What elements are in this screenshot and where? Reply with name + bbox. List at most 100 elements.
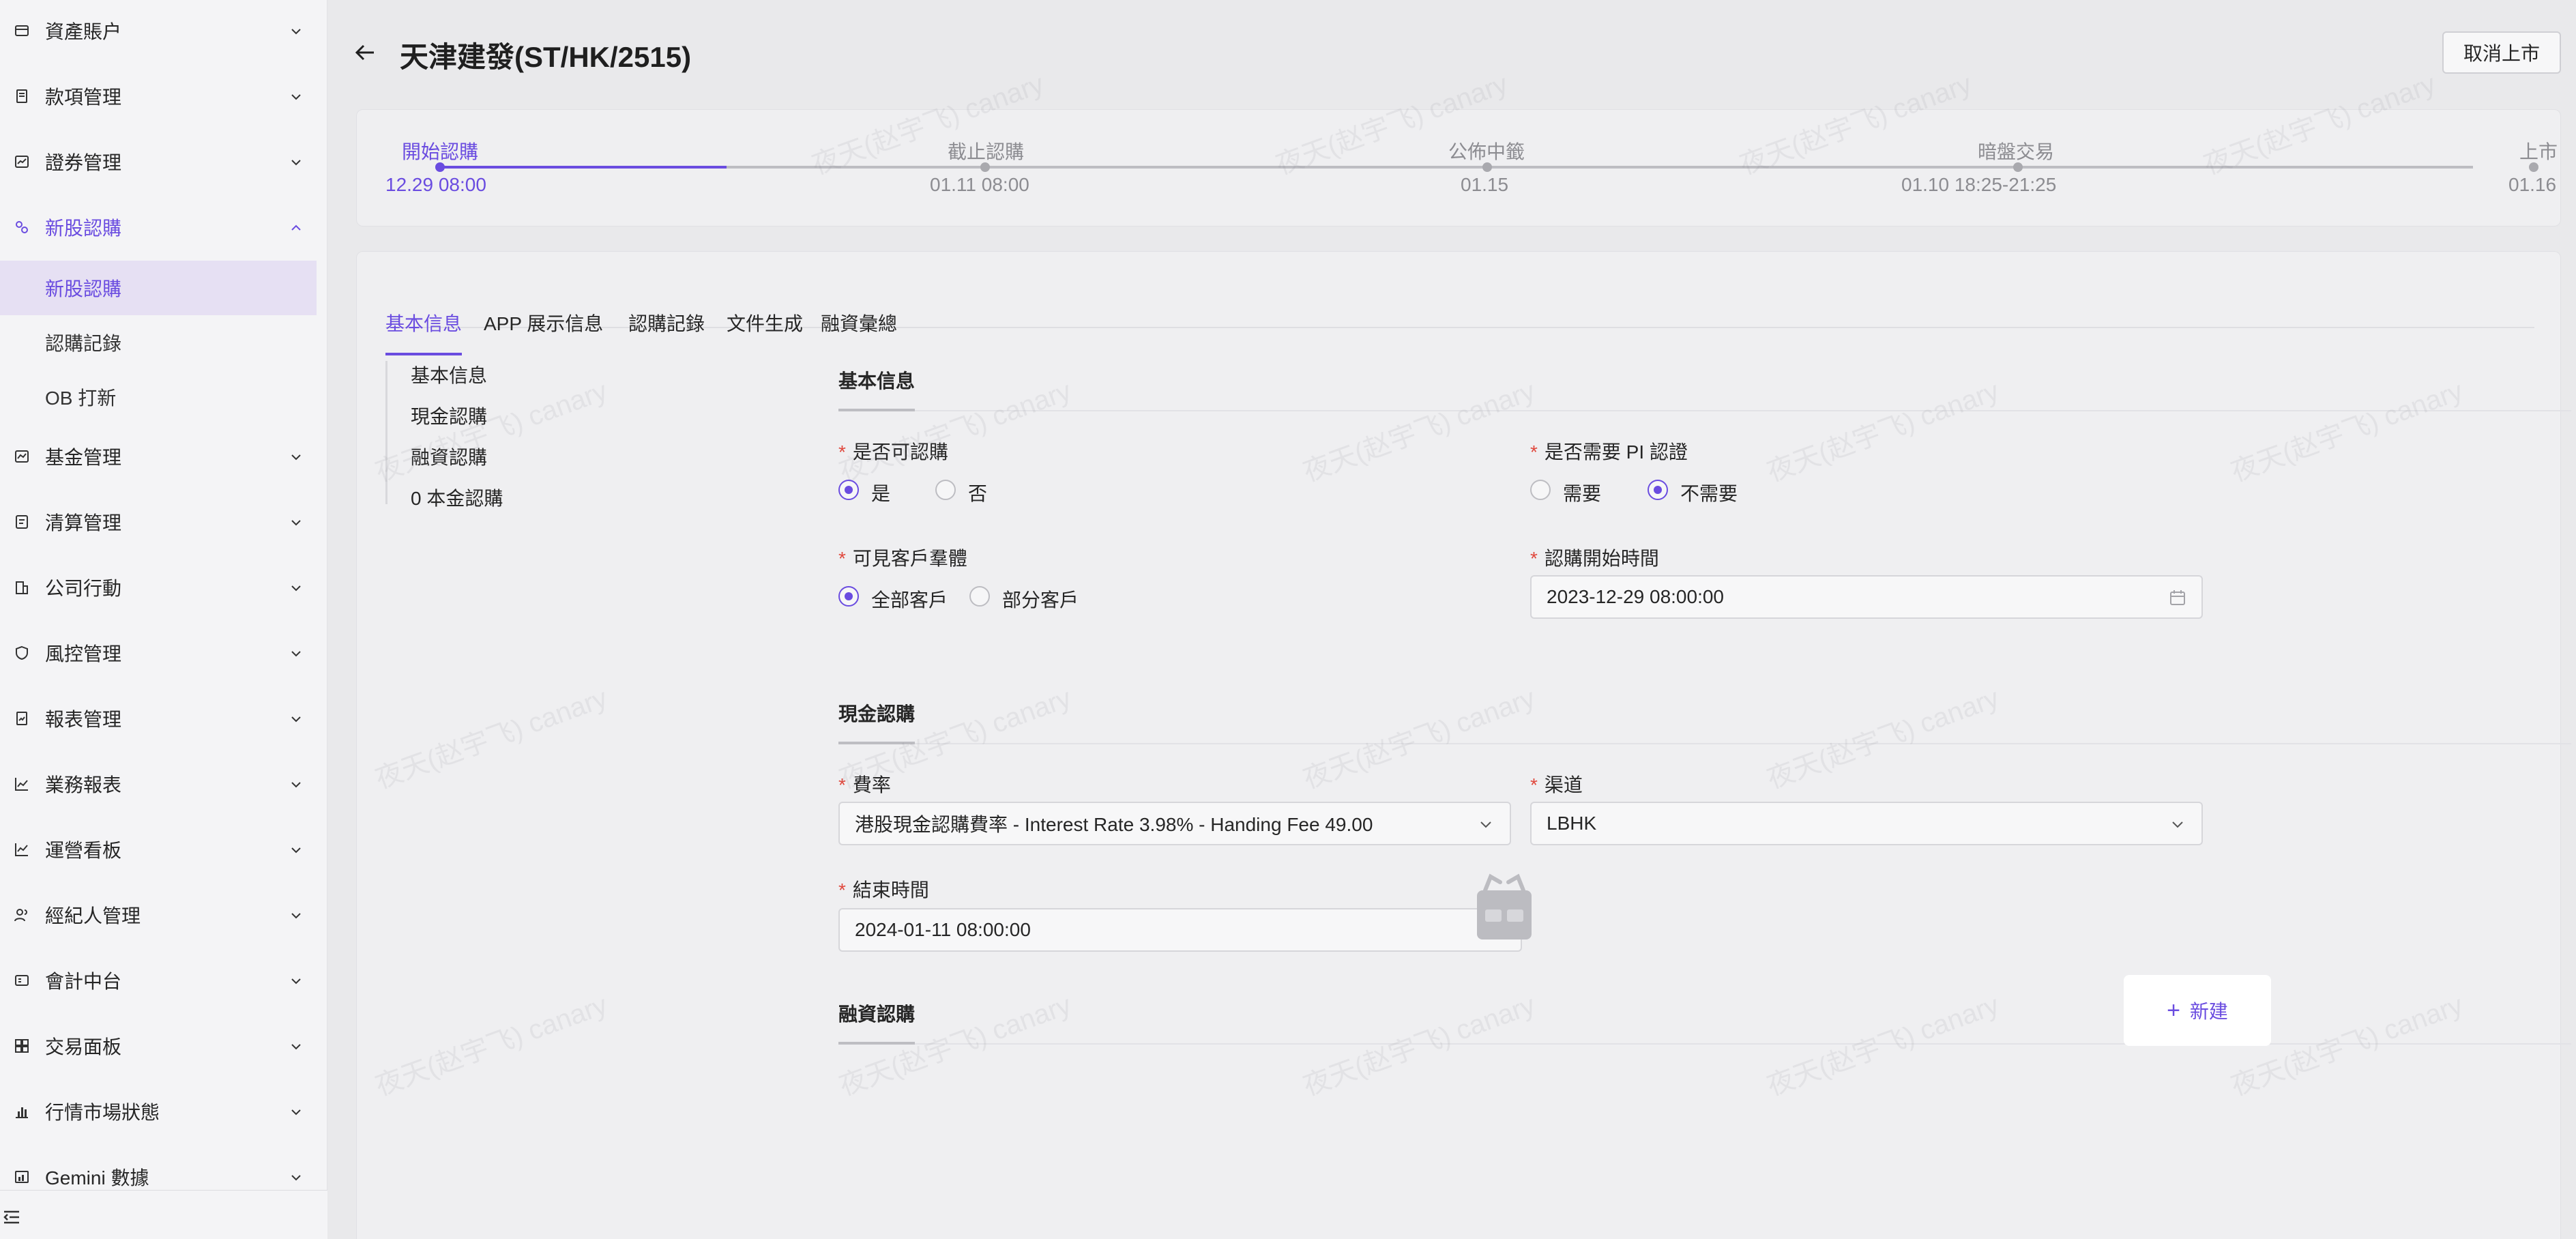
channel-label: * 渠道 bbox=[1530, 770, 1583, 798]
sidebar-item-securities[interactable]: 證券管理 bbox=[0, 141, 317, 183]
section-title-basic: 基本信息 bbox=[838, 370, 916, 392]
sidebar-item-label: 會計中台 bbox=[45, 971, 122, 992]
wallet-icon bbox=[15, 25, 29, 36]
anchor-item-zero-principal[interactable]: 0 本金認購 bbox=[411, 484, 503, 511]
ipo-icon bbox=[16, 221, 28, 233]
sidebar-item-clearing[interactable]: 清算管理 bbox=[0, 501, 317, 543]
rate-select[interactable]: 港股現金認購費率 - Interest Rate 3.98% - Handing… bbox=[838, 802, 1511, 845]
start-time-label-text: 認購開始時間 bbox=[1544, 548, 1659, 569]
sidebar-item-assets[interactable]: 資產賬户 bbox=[0, 10, 317, 52]
visible-clients-label-text: 可見客戶羣體 bbox=[852, 548, 967, 569]
sidebar-item-fund[interactable]: 基金管理 bbox=[0, 435, 317, 478]
chevron-down-icon bbox=[291, 1175, 301, 1181]
end-time-picker[interactable]: 2024-01-11 08:00:00 bbox=[838, 908, 1522, 952]
required-mark: * bbox=[1530, 441, 1538, 463]
shield-icon bbox=[16, 645, 28, 660]
subscribable-no-radio[interactable] bbox=[935, 480, 956, 500]
tab-file-generation[interactable]: 文件生成 bbox=[727, 309, 803, 336]
tab-subscription-records[interactable]: 認購記錄 bbox=[628, 309, 705, 336]
anchor-item-basic[interactable]: 基本信息 bbox=[411, 361, 487, 388]
sidebar-item-payments[interactable]: 款項管理 bbox=[0, 75, 317, 117]
subscribable-label: * 是否可認購 bbox=[838, 437, 948, 465]
step-label: 暗盤交易 bbox=[1978, 141, 2055, 162]
chevron-down-icon bbox=[291, 847, 301, 854]
sidebar-subitem-ob[interactable]: OB 打新 bbox=[0, 370, 317, 424]
step-time: 01.15 bbox=[1461, 174, 1509, 195]
sidebar-item-label: 資產賬户 bbox=[45, 21, 122, 42]
sidebar-item-business-reports[interactable]: 業務報表 bbox=[0, 763, 317, 805]
end-time-value: 2024-01-11 08:00:00 bbox=[855, 919, 1031, 940]
sidebar-item-label: 報表管理 bbox=[45, 709, 122, 730]
data-icon bbox=[15, 1171, 29, 1183]
sidebar-item-label: 運營看板 bbox=[45, 840, 122, 861]
chevron-down-icon bbox=[291, 782, 301, 788]
users-icon bbox=[14, 909, 27, 922]
step-time: 01.11 08:00 bbox=[930, 174, 1029, 195]
chevron-down-icon bbox=[291, 454, 301, 461]
step-label: 上市 bbox=[2519, 141, 2558, 162]
chevron-down-icon bbox=[291, 160, 301, 166]
sidebar-item-market-status[interactable]: 行情市場狀態 bbox=[0, 1090, 317, 1133]
subscribable-yes-radio[interactable] bbox=[838, 480, 859, 500]
subscribable-yes-label[interactable]: 是 bbox=[871, 479, 890, 506]
section-divider bbox=[838, 1043, 2571, 1045]
chevron-down-icon bbox=[291, 29, 301, 35]
menu-collapse-icon[interactable] bbox=[1, 1207, 22, 1227]
tab-bar: 基本信息 APP 展示信息 認購記錄 文件生成 融資彙總 bbox=[385, 282, 2534, 355]
pi-need-radio[interactable] bbox=[1530, 480, 1551, 500]
start-time-picker[interactable]: 2023-12-29 08:00:00 bbox=[1530, 575, 2203, 619]
sidebar-subitem-ipo[interactable]: 新股認購 bbox=[0, 261, 317, 315]
dashboard-icon bbox=[15, 843, 28, 856]
sidebar-subitem-label: OB 打新 bbox=[45, 388, 117, 409]
arrow-left-icon[interactable] bbox=[353, 41, 377, 64]
section-underline bbox=[838, 742, 915, 744]
sidebar-item-ipo[interactable]: 新股認購 bbox=[0, 206, 317, 248]
bar-chart-icon bbox=[16, 1107, 28, 1118]
subscribable-no-label[interactable]: 否 bbox=[968, 479, 987, 506]
sidebar-item-operations-board[interactable]: 運營看板 bbox=[0, 828, 317, 871]
sidebar-item-risk[interactable]: 風控管理 bbox=[0, 632, 317, 674]
sidebar-item-brokers[interactable]: 經紀人管理 bbox=[0, 894, 317, 936]
all-clients-radio[interactable] bbox=[838, 586, 859, 607]
channel-select[interactable]: LBHK bbox=[1530, 802, 2203, 845]
sidebar-item-corporate-action[interactable]: 公司行動 bbox=[0, 566, 317, 609]
tab-app-display[interactable]: APP 展示信息 bbox=[484, 309, 603, 336]
sidebar-subitem-records[interactable]: 認購記錄 bbox=[0, 315, 317, 370]
step-time: 01.10 18:25-21:25 bbox=[1901, 174, 2057, 195]
sidebar-item-reports[interactable]: 報表管理 bbox=[0, 697, 317, 740]
tab-financing-summary[interactable]: 融資彙總 bbox=[821, 309, 897, 336]
clearing-icon bbox=[16, 515, 28, 529]
chevron-down-icon bbox=[291, 585, 301, 592]
pi-need-label[interactable]: 需要 bbox=[1563, 479, 1601, 506]
sidebar-item-trading-panel[interactable]: 交易面板 bbox=[0, 1025, 317, 1067]
chevron-up-icon bbox=[291, 224, 301, 231]
some-clients-label[interactable]: 部分客戶 bbox=[1002, 585, 1079, 613]
cancel-listing-button[interactable]: 取消上市 bbox=[2442, 31, 2561, 74]
pi-not-need-radio[interactable] bbox=[1648, 480, 1668, 500]
section-title-financing: 融資認購 bbox=[838, 1004, 916, 1025]
anchor-item-cash[interactable]: 現金認購 bbox=[411, 402, 487, 429]
visible-clients-label: * 可見客戶羣體 bbox=[838, 544, 967, 571]
sidebar-item-label: 風控管理 bbox=[45, 643, 122, 665]
anchor-item-financing[interactable]: 融資認購 bbox=[411, 443, 487, 470]
section-underline bbox=[838, 409, 915, 411]
pi-not-need-label[interactable]: 不需要 bbox=[1680, 479, 1738, 506]
chevron-down-icon bbox=[291, 94, 301, 100]
sidebar-item-label: 行情市場狀態 bbox=[45, 1102, 160, 1123]
building-icon bbox=[16, 581, 28, 594]
some-clients-radio[interactable] bbox=[969, 586, 990, 607]
channel-label-text: 渠道 bbox=[1544, 774, 1583, 796]
subscribable-label-text: 是否可認購 bbox=[852, 441, 948, 463]
tab-active-indicator bbox=[385, 353, 462, 355]
end-time-label-text: 結束時間 bbox=[852, 879, 929, 901]
section-divider bbox=[838, 743, 2571, 744]
all-clients-label[interactable]: 全部客戶 bbox=[871, 585, 948, 613]
chevron-down-icon bbox=[291, 716, 301, 723]
tab-basic-info[interactable]: 基本信息 bbox=[385, 309, 462, 336]
report-icon bbox=[16, 712, 27, 725]
add-financing-button[interactable]: + 新建 bbox=[2124, 975, 2271, 1046]
step-label: 截止認購 bbox=[948, 141, 1025, 162]
section-underline bbox=[838, 1042, 915, 1045]
sidebar-subitem-label: 新股認購 bbox=[45, 278, 122, 300]
sidebar-item-accounting[interactable]: 會計中台 bbox=[0, 959, 317, 1002]
